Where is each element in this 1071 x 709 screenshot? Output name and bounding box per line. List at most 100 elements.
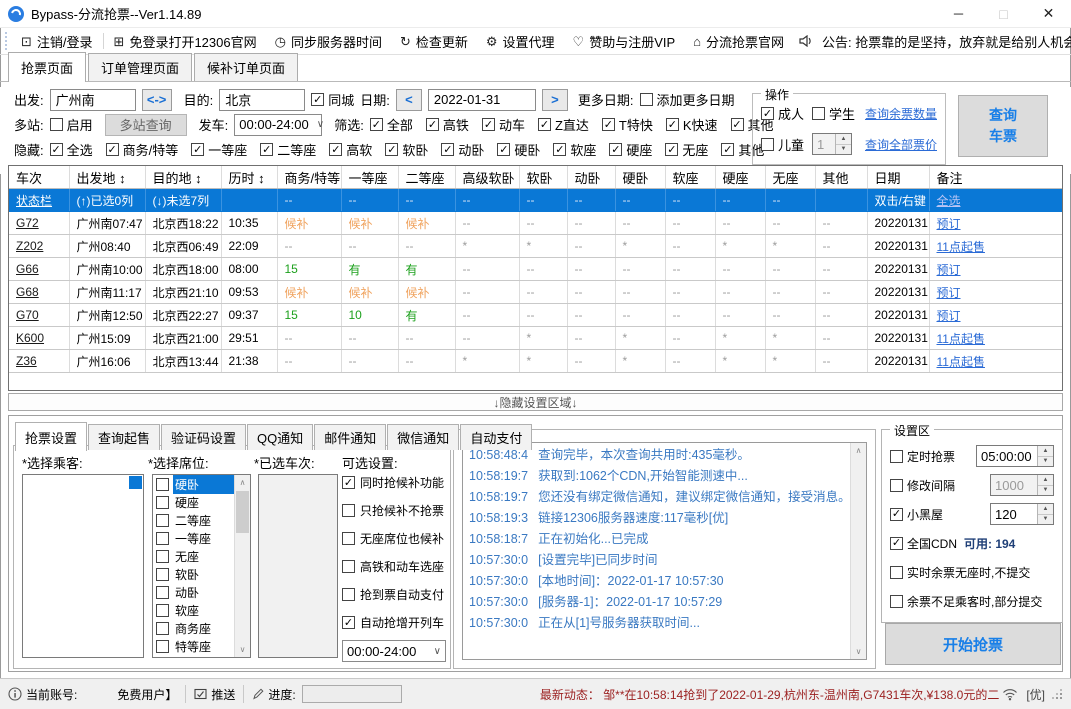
column-header-7[interactable]: 高级软卧 — [455, 166, 520, 189]
train-row-K600[interactable]: K600 广州15:09 北京西21:00 29:51 -- -- -- -- * -- * -- * *… — [9, 326, 1062, 350]
seat-list[interactable]: 硬卧 硬座 二等座 一等座 无座 软卧 动卧 软座 商务座 特等座 ∧ ∨ — [152, 474, 251, 658]
spinner-down-icon[interactable]: ▼ — [836, 144, 852, 154]
settings-tab-0[interactable]: 抢票设置 — [15, 422, 88, 451]
train-row-G66[interactable]: G66 广州南10:00 北京西18:00 08:00 15 有有 -- -- -- -- -- --… — [9, 257, 1062, 281]
toolbar-item-open-12306[interactable]: ⊞ 免登录打开12306官网 — [105, 32, 266, 51]
seat-option-5[interactable]: 软卧 — [153, 565, 235, 583]
train-link[interactable]: G72 — [16, 216, 39, 230]
train-link[interactable]: G66 — [16, 262, 39, 276]
spinner-down-icon[interactable]: ▼ — [1038, 514, 1053, 524]
output-scrollbar[interactable]: ∧ ∨ — [850, 443, 866, 659]
setting-checkbox-1[interactable]: 修改间隔 — [890, 477, 955, 494]
query-all-prices-link[interactable]: 查询全部票价 — [865, 136, 937, 153]
column-header-9[interactable]: 动卧 — [567, 166, 616, 189]
multi-station-query-button[interactable]: 多站查询 — [104, 113, 187, 136]
close-button[interactable] — [1026, 0, 1071, 27]
swap-stations-button[interactable]: <-> — [141, 88, 172, 111]
select-all-link[interactable]: 全选 — [937, 194, 961, 208]
student-checkbox[interactable]: 学生 — [812, 104, 855, 123]
date-input[interactable]: 2022-01-31 — [427, 88, 536, 111]
seat-option-1[interactable]: 硬座 — [153, 493, 235, 511]
same-city-checkbox[interactable]: 同城 — [311, 90, 354, 109]
seat-list-scrollbar[interactable]: ∧ ∨ — [234, 475, 250, 657]
train-row-Z36[interactable]: Z36 广州16:06 北京西13:44 21:38 -- -- -- * * -- * -- * * --… — [9, 349, 1062, 373]
train-row-Z202[interactable]: Z202 广州08:40 北京西06:49 22:09 -- -- -- * * -- * -- * * -… — [9, 234, 1062, 258]
seat-hide-filter-0[interactable]: 全选 — [49, 140, 93, 159]
setting-spinner-1[interactable]: 1000 ▲ ▼ — [990, 474, 1054, 496]
spinner-up-icon[interactable]: ▲ — [1038, 446, 1053, 457]
main-tab-0[interactable]: 抢票页面 — [8, 52, 87, 82]
note-link[interactable]: 预订 — [937, 263, 961, 277]
passenger-list[interactable] — [22, 474, 144, 658]
column-header-12[interactable]: 硬座 — [715, 166, 766, 189]
seat-hide-filter-3[interactable]: 二等座 — [260, 140, 316, 159]
column-header-0[interactable]: 车次 — [9, 166, 70, 189]
seat-option-4[interactable]: 无座 — [153, 547, 235, 565]
seat-hide-filter-4[interactable]: 高软 — [329, 140, 372, 159]
table-header-row[interactable]: 车次 出发地 ↕ 目的地 ↕ 历时 ↕ 商务/特等 一等座 二等座 高级软卧 软卧 动卧 硬卧 软座硬… — [9, 166, 1062, 189]
setting-spinner-2[interactable]: 120 ▲ ▼ — [990, 503, 1054, 525]
note-link[interactable]: 预订 — [937, 217, 961, 231]
grab-option-2[interactable]: 无座席位也候补 — [342, 530, 448, 547]
query-remaining-tickets-link[interactable]: 查询余票数量 — [865, 105, 937, 122]
seat-hide-filter-6[interactable]: 动卧 — [441, 140, 484, 159]
column-header-13[interactable]: 无座 — [765, 166, 816, 189]
note-link[interactable]: 11点起售 — [937, 332, 985, 346]
start-grab-button[interactable]: 开始抢票 — [885, 623, 1061, 665]
depart-time-dropdown[interactable]: 00:00-24:00 ∨ — [234, 113, 324, 136]
seat-option-9[interactable]: 特等座 — [153, 637, 235, 655]
train-type-filter-0[interactable]: 全部 — [369, 115, 413, 134]
settings-tab-4[interactable]: 邮件通知 — [314, 424, 387, 450]
seat-option-7[interactable]: 软座 — [153, 601, 235, 619]
scroll-up-icon[interactable]: ∧ — [851, 446, 866, 455]
settings-tab-3[interactable]: QQ通知 — [247, 424, 314, 450]
grab-time-range-dropdown[interactable]: 00:00-24:00 ∨ — [342, 640, 446, 662]
column-header-11[interactable]: 软座 — [665, 166, 716, 189]
toolbar-item-sponsor-vip[interactable]: ♡ 赞助与注册VIP — [564, 32, 685, 51]
train-type-filter-4[interactable]: T特快 — [601, 115, 653, 134]
scroll-up-icon[interactable]: ∧ — [235, 478, 250, 487]
maximize-button[interactable] — [981, 0, 1026, 27]
toolbar-item-official-site[interactable]: ⌂ 分流抢票官网 — [684, 32, 793, 51]
passenger-selected-cell[interactable] — [129, 476, 142, 489]
train-link[interactable]: Z202 — [16, 239, 43, 253]
date-prev-button[interactable]: < — [395, 88, 422, 111]
output-log[interactable]: 10:58:48:4 查询完毕，本次查询共用时:435毫秒。 10:58:19:7 获… — [462, 442, 867, 660]
setting-spinner-0[interactable]: 05:00:00 ▲ ▼ — [976, 445, 1054, 467]
setting-checkbox-2[interactable]: 小黑屋 — [890, 506, 943, 523]
toolbar-item-check-update[interactable]: ↻ 检查更新 — [391, 32, 477, 51]
seat-hide-filter-8[interactable]: 软座 — [553, 140, 596, 159]
toolbar-item-sync-server-time[interactable]: ◷ 同步服务器时间 — [266, 32, 391, 51]
toolbar-grip[interactable] — [5, 32, 7, 50]
child-checkbox[interactable]: 儿童 — [761, 135, 804, 154]
column-header-4[interactable]: 商务/特等 — [277, 166, 342, 189]
seat-hide-filter-10[interactable]: 无座 — [665, 140, 708, 159]
spinner-down-icon[interactable]: ▼ — [1038, 456, 1053, 466]
train-row-G72[interactable]: G72 广州南07:47 北京西18:22 10:35 候补 候补 候补 -- -- -- -- --… — [9, 211, 1062, 235]
seat-option-0[interactable]: 硬卧 — [153, 474, 235, 494]
grab-option-1[interactable]: 只抢候补不抢票 — [342, 502, 448, 519]
train-link[interactable]: G68 — [16, 285, 39, 299]
scrollbar-thumb[interactable] — [236, 491, 249, 533]
seat-option-3[interactable]: 一等座 — [153, 529, 235, 547]
seat-hide-filter-2[interactable]: 一等座 — [191, 140, 247, 159]
toolbar-item-proxy-settings[interactable]: ⚙ 设置代理 — [477, 32, 564, 51]
train-row-G70[interactable]: G70 广州南12:50 北京西22:27 09:37 15 10 有 -- -- -- -- -- -… — [9, 303, 1062, 327]
settings-tab-6[interactable]: 自动支付 — [460, 424, 533, 450]
train-type-filter-3[interactable]: Z直达 — [537, 115, 589, 134]
scroll-down-icon[interactable]: ∨ — [851, 647, 866, 656]
seat-hide-filter-9[interactable]: 硬座 — [609, 140, 652, 159]
add-more-dates-checkbox[interactable]: 添加更多日期 — [639, 90, 735, 109]
spinner-up-icon[interactable]: ▲ — [1038, 475, 1053, 486]
column-header-10[interactable]: 硬卧 — [615, 166, 666, 189]
note-link[interactable]: 预订 — [937, 309, 961, 323]
seat-hide-filter-5[interactable]: 软卧 — [385, 140, 428, 159]
spinner-up-icon[interactable]: ▲ — [1038, 504, 1053, 515]
column-header-15[interactable]: 日期 — [867, 166, 930, 189]
column-header-5[interactable]: 一等座 — [341, 166, 399, 189]
selected-trains-list[interactable] — [258, 474, 338, 658]
column-header-6[interactable]: 二等座 — [398, 166, 456, 189]
setting-checkbox-0[interactable]: 定时抢票 — [890, 448, 955, 465]
spinner-down-icon[interactable]: ▼ — [1038, 485, 1053, 495]
table-status-row[interactable]: 状态栏 (↑)已选0列 (↓)未选7列 -- -- -- -- -- -- -- -- -- -- 双击/… — [9, 188, 1062, 212]
